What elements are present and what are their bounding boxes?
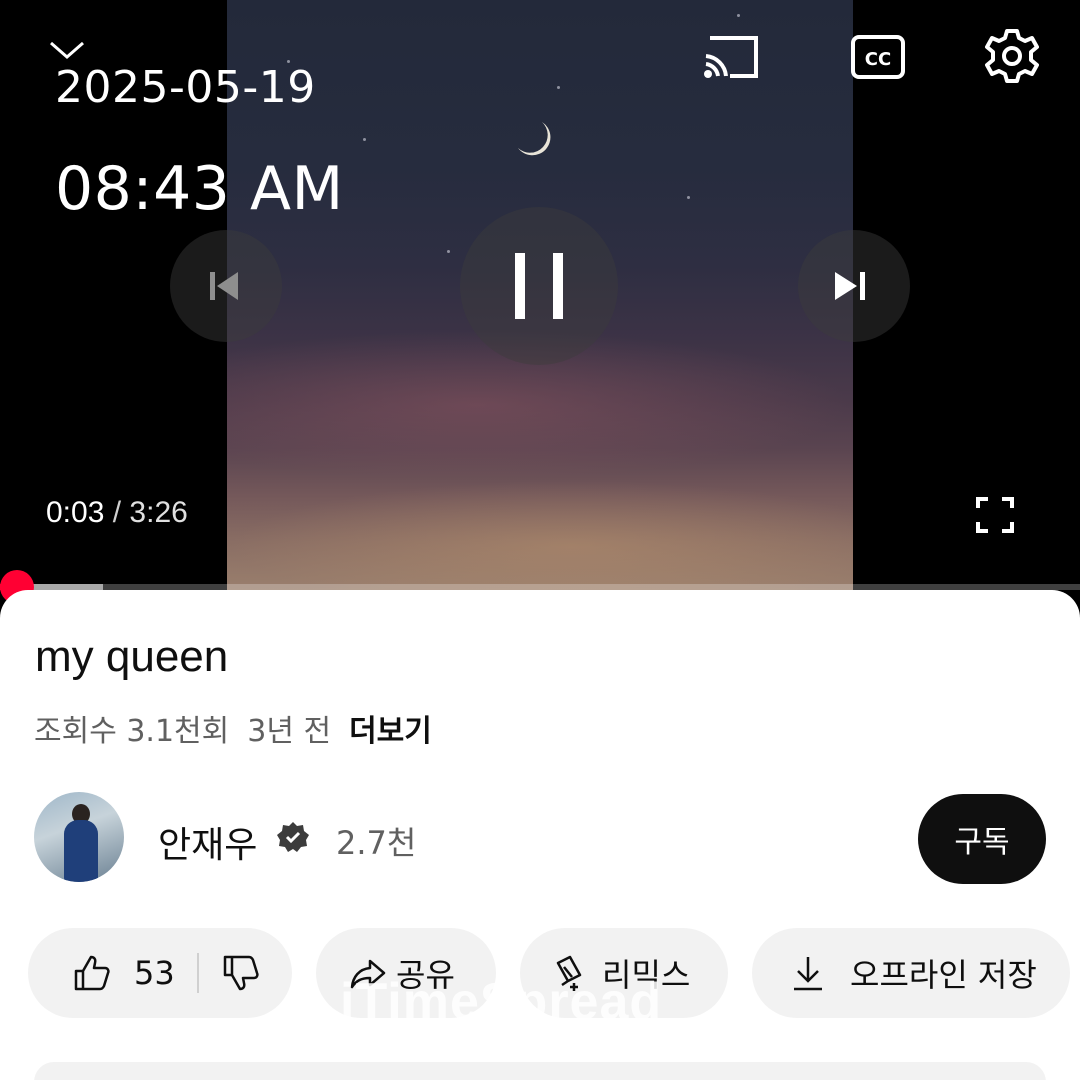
thumbs-down-icon[interactable] bbox=[219, 951, 263, 995]
skip-next-icon bbox=[835, 272, 865, 300]
thumbs-up-icon[interactable] bbox=[70, 951, 114, 995]
pause-button[interactable] bbox=[460, 207, 618, 365]
channel-avatar[interactable] bbox=[34, 792, 124, 882]
video-title: my queen bbox=[35, 632, 229, 681]
upload-age: 3년 전 bbox=[247, 714, 332, 749]
offline-save-button[interactable]: 오프라인 저장 bbox=[752, 928, 1070, 1018]
watermark: iTimeSpread bbox=[340, 973, 663, 1031]
subscribe-button[interactable]: 구독 bbox=[918, 794, 1046, 884]
next-button[interactable] bbox=[798, 230, 910, 342]
date-overlay: 2025-05-19 bbox=[55, 62, 316, 113]
video-cloud bbox=[227, 480, 853, 590]
duration: 3:26 bbox=[129, 496, 188, 529]
like-count[interactable]: 53 bbox=[134, 954, 175, 992]
clock-overlay: 08:43 AM bbox=[55, 154, 344, 224]
avatar-figure bbox=[64, 820, 98, 882]
star bbox=[737, 14, 740, 17]
comments-card[interactable] bbox=[34, 1062, 1046, 1080]
star bbox=[557, 86, 560, 89]
svg-text:CC: CC bbox=[865, 49, 891, 70]
pause-icon bbox=[515, 253, 563, 319]
like-divider bbox=[196, 953, 199, 993]
offline-label: 오프라인 저장 bbox=[850, 956, 1037, 994]
moon-icon bbox=[518, 122, 551, 156]
time-readout: 0:03 / 3:26 bbox=[46, 496, 188, 530]
cast-icon[interactable] bbox=[696, 28, 766, 86]
gear-icon[interactable] bbox=[980, 24, 1044, 88]
channel-name[interactable]: 안재우 bbox=[158, 816, 257, 868]
star bbox=[363, 138, 366, 141]
chevron-down-icon[interactable] bbox=[44, 36, 90, 66]
star bbox=[687, 196, 690, 199]
view-count: 조회수 3.1천회 bbox=[34, 714, 230, 749]
more-link[interactable]: 더보기 bbox=[349, 706, 432, 750]
subscriber-count: 2.7천 bbox=[336, 824, 417, 862]
cc-icon[interactable]: CC bbox=[846, 28, 910, 86]
previous-button[interactable] bbox=[170, 230, 282, 342]
like-dislike-group: 53 bbox=[28, 928, 292, 1018]
download-icon bbox=[786, 951, 830, 995]
verified-icon bbox=[277, 822, 309, 852]
fullscreen-icon[interactable] bbox=[970, 494, 1020, 536]
video-player[interactable]: 2025-05-19 08:43 AM CC 0:03 / 3:26 bbox=[0, 0, 1080, 600]
current-time: 0:03 bbox=[46, 496, 105, 529]
skip-previous-icon bbox=[210, 272, 238, 300]
video-meta[interactable]: 조회수 3.1천회 3년 전 더보기 bbox=[34, 706, 432, 750]
star bbox=[447, 250, 450, 253]
time-separator: / bbox=[112, 496, 122, 529]
